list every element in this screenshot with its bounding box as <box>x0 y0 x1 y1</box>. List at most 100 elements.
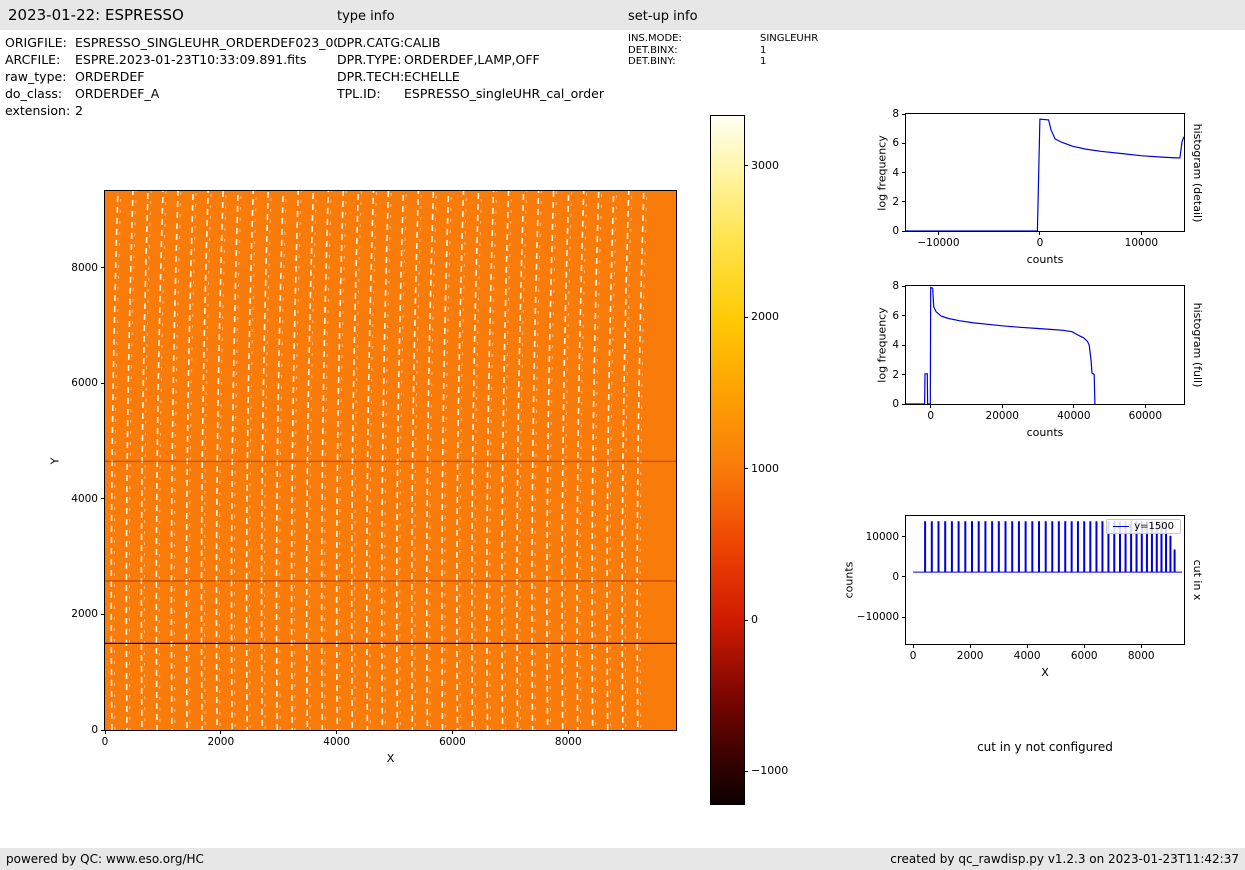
x-tick-label: 8000 <box>554 736 582 748</box>
x-tick-label: 2000 <box>207 736 235 748</box>
heatmap-canvas <box>105 191 676 730</box>
setup-info-row: DET.BINX: 1 <box>628 45 818 57</box>
echelle-order-stripe <box>320 191 330 730</box>
setup-info-heading: set-up info <box>628 9 698 24</box>
echelle-order-stripe-secondary <box>534 191 543 730</box>
echelle-order-stripe <box>110 191 119 730</box>
x-tick-mark <box>567 730 569 734</box>
file-info-row: raw_type: ORDERDEF <box>5 68 337 85</box>
colorbar-tick-mark <box>744 770 748 772</box>
echelle-order-stripe <box>516 191 525 730</box>
qc-link[interactable]: www.eso.org/HC <box>106 852 204 866</box>
echelle-order-stripe-secondary <box>609 191 618 730</box>
x-tick-label: 4000 <box>323 736 350 748</box>
echelle-order-stripe-secondary <box>399 191 407 730</box>
y-tick-label: 2 <box>892 368 899 381</box>
x-tick-mark <box>930 404 932 408</box>
x-tick-mark <box>1083 644 1085 648</box>
do-class-value: ORDERDEF_A <box>75 86 160 101</box>
det-biny-label: DET.BINY: <box>628 56 676 67</box>
x-tick-label: 40000 <box>1057 410 1091 422</box>
echelle-order-stripe-secondary <box>564 191 573 730</box>
histogram-detail-chart: −10000 0 10000 0 2 4 6 8 counts log frequency hist… <box>876 108 1205 266</box>
colorbar: 3000 2000 1000 0 −1000 <box>710 115 788 805</box>
x-tick-mark <box>336 730 338 734</box>
colorbar-tick-label: 2000 <box>751 310 779 324</box>
echelle-order-stripe <box>275 191 284 730</box>
tpl-id-value: ESPRESSO_singleUHR_cal_order <box>404 86 604 101</box>
x-tick-mark <box>1073 404 1075 408</box>
echelle-order-stripe-secondary <box>279 191 287 730</box>
echelle-order-stripe-secondary <box>444 191 452 730</box>
echelle-order-stripe <box>335 191 345 730</box>
dpr-type-label: DPR.TYPE: <box>337 52 402 67</box>
type-info-heading: type info <box>337 9 395 24</box>
y-axis-label: Y <box>48 457 62 464</box>
plot-canvas <box>906 286 1096 404</box>
x-tick-label: −10000 <box>917 237 960 249</box>
x-tick-label: 6000 <box>439 736 466 748</box>
x-axis-label: X <box>386 752 395 765</box>
type-info-row: DPR.TYPE: ORDERDEF,LAMP,OFF <box>337 51 604 68</box>
origfile-label: ORIGFILE: <box>5 35 67 50</box>
echelle-order-stripe <box>501 191 510 730</box>
echelle-order-stripe-secondary <box>489 191 497 730</box>
type-info-row: DPR.CATG: CALIB <box>337 34 604 51</box>
echelle-order-stripe <box>546 191 555 730</box>
y-tick-label: 6 <box>892 309 899 322</box>
type-info-row: DPR.TECH: ECHELLE <box>337 68 604 85</box>
colorbar-tick-mark <box>744 316 748 318</box>
footer-bar: powered by QC: www.eso.org/HC created by … <box>0 848 1245 870</box>
dpr-type-value: ORDERDEF,LAMP,OFF <box>404 52 540 67</box>
side-label: histogram (full) <box>1191 302 1204 388</box>
x-tick-mark <box>1144 404 1146 408</box>
x-tick-label: 0 <box>927 410 935 422</box>
arcfile-value: ESPRE.2023-01-23T10:33:09.891.fits <box>75 52 307 67</box>
echelle-order-stripe <box>486 191 495 730</box>
setup-info-block: INS.MODE: SINGLEUHR DET.BINX: 1 DET.BINY: 1 <box>628 33 818 68</box>
x-tick-mark <box>1001 404 1003 408</box>
y-tick-label: 4 <box>892 339 899 351</box>
y-tick-label: 8000 <box>71 261 98 274</box>
file-info-row: ORIGFILE: ESPRESSO_SINGLEUHR_ORDERDEF023_… <box>5 34 337 51</box>
x-tick-label: 0 <box>101 736 109 748</box>
dpr-catg-value: CALIB <box>404 35 441 50</box>
y-tick-label: 0 <box>892 570 899 583</box>
x-tick-mark <box>969 644 971 648</box>
y-tick-label: 0 <box>91 724 98 736</box>
echelle-order-stripe-secondary <box>369 191 377 730</box>
extension-label: extension: <box>5 103 71 118</box>
page-title: 2023-01-22: ESPRESSO <box>8 6 184 24</box>
x-tick-label: 60000 <box>1128 410 1163 422</box>
colorbar-tick-label: 1000 <box>751 461 779 475</box>
x-tick-mark <box>1140 231 1142 235</box>
side-label: histogram (detail) <box>1191 123 1204 222</box>
echelle-order-stripe <box>125 191 134 730</box>
y-axis-label: counts <box>842 561 856 599</box>
echelle-order-stripe <box>140 191 149 730</box>
colorbar-tick-label: 3000 <box>751 158 779 172</box>
echelle-order-stripe <box>170 191 179 730</box>
ins-mode-label: INS.MODE: <box>628 33 682 44</box>
echelle-order-stripe <box>471 191 480 730</box>
extension-value: 2 <box>75 103 83 118</box>
cut-in-y-note: cut in y not configured <box>977 740 1113 754</box>
y-tick-label: 0 <box>892 398 899 410</box>
x-tick-label: 0 <box>1036 237 1044 249</box>
histogram-line <box>906 118 1184 231</box>
header-bar: 2023-01-22: ESPRESSO type info set-up in… <box>0 0 1245 30</box>
histogram-line <box>906 286 1096 404</box>
det-binx-value: 1 <box>760 44 767 56</box>
colorbar-tick-label: 0 <box>751 613 758 627</box>
raw-type-value: ORDERDEF <box>75 69 145 84</box>
plot-canvas <box>913 521 1183 573</box>
x-tick-mark <box>1140 644 1142 648</box>
x-tick-mark <box>451 730 453 734</box>
type-info-row: TPL.ID: ESPRESSO_singleUHR_cal_order <box>337 85 604 102</box>
y-tick-label: 4 <box>892 166 899 179</box>
powered-by-text: powered by QC: www.eso.org/HC <box>6 852 204 866</box>
cut-in-x-chart: 0 2000 4000 6000 8000 10000 0 −10000 Xcounts cut … <box>843 515 1204 679</box>
echelle-order-stripe <box>305 191 315 730</box>
echelle-order-stripe <box>155 191 164 730</box>
y-axis-label: log frequency <box>875 307 889 383</box>
